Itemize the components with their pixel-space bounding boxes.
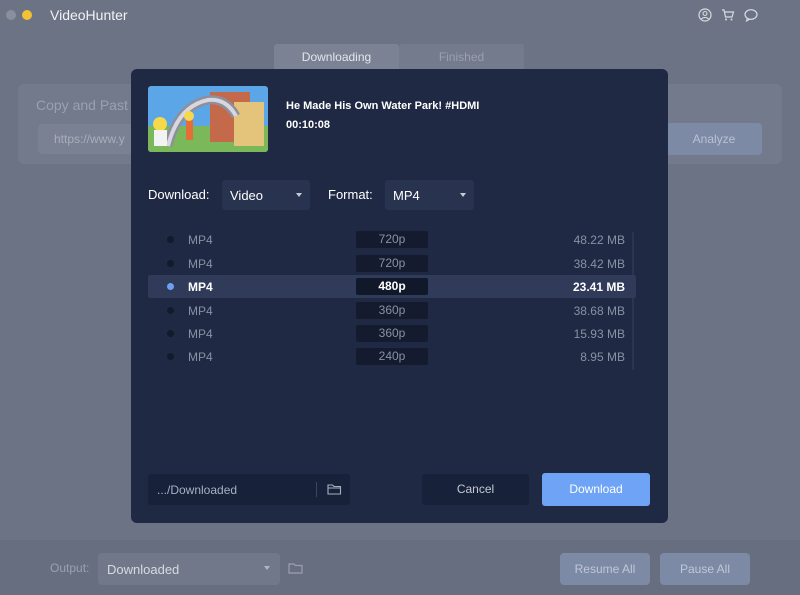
- option-resolution: 240p: [356, 348, 428, 365]
- format-select[interactable]: MP4: [385, 180, 474, 210]
- quality-option-row[interactable]: MP4 360p 38.68 MB: [148, 299, 636, 322]
- folder-icon[interactable]: [288, 561, 304, 575]
- url-input-text: https://www.y: [54, 132, 125, 146]
- download-type-select[interactable]: Video: [222, 180, 310, 210]
- option-format: MP4: [188, 257, 213, 271]
- tab-finished[interactable]: Finished: [399, 44, 524, 70]
- option-format: MP4: [188, 233, 213, 247]
- option-resolution: 480p: [356, 278, 428, 295]
- download-button[interactable]: Download: [542, 473, 650, 506]
- radio-dot[interactable]: [167, 236, 174, 243]
- tab-bar: Downloading Finished: [274, 44, 524, 70]
- video-thumbnail: [148, 86, 268, 152]
- folder-icon[interactable]: [327, 482, 342, 496]
- resume-all-button[interactable]: Resume All: [560, 553, 650, 585]
- quality-option-row[interactable]: MP4 720p 38.42 MB: [148, 252, 636, 275]
- cart-icon[interactable]: [721, 8, 735, 22]
- option-size: 38.42 MB: [573, 257, 625, 271]
- option-size: 48.22 MB: [573, 233, 625, 247]
- quality-option-row[interactable]: MP4 240p 8.95 MB: [148, 345, 636, 368]
- cancel-button[interactable]: Cancel: [422, 474, 529, 505]
- radio-dot[interactable]: [167, 353, 174, 360]
- title-bar: VideoHunter: [0, 0, 800, 30]
- quality-option-row-selected[interactable]: MP4 480p 23.41 MB: [148, 275, 636, 298]
- option-resolution: 720p: [356, 231, 428, 248]
- option-resolution: 360p: [356, 325, 428, 342]
- format-value: MP4: [393, 188, 420, 203]
- option-size: 8.95 MB: [580, 350, 625, 364]
- app-title: VideoHunter: [50, 7, 128, 23]
- option-format: MP4: [188, 327, 213, 341]
- pause-all-button[interactable]: Pause All: [660, 553, 750, 585]
- option-size: 38.68 MB: [573, 304, 625, 318]
- save-path-field[interactable]: .../Downloaded: [148, 474, 350, 505]
- option-size: 15.93 MB: [573, 327, 625, 341]
- download-type-value: Video: [230, 188, 264, 203]
- chevron-down-icon: [460, 193, 466, 197]
- radio-dot[interactable]: [167, 307, 174, 314]
- output-select-value: Downloaded: [107, 562, 180, 577]
- quality-option-row[interactable]: MP4 360p 15.93 MB: [148, 322, 636, 345]
- option-format: MP4: [188, 350, 213, 364]
- copy-paste-label: Copy and Past: [36, 97, 128, 113]
- option-size: 23.41 MB: [572, 280, 625, 294]
- option-resolution: 360p: [356, 302, 428, 319]
- close-window-button[interactable]: [6, 10, 16, 20]
- radio-dot[interactable]: [167, 330, 174, 337]
- quality-option-row[interactable]: MP4 720p 48.22 MB: [148, 228, 636, 251]
- chevron-down-icon: [264, 566, 270, 570]
- video-duration: 00:10:08: [286, 119, 331, 131]
- option-format: MP4: [188, 304, 213, 318]
- tab-downloading[interactable]: Downloading: [274, 44, 399, 70]
- radio-dot[interactable]: [167, 260, 174, 267]
- save-path-text: .../Downloaded: [157, 483, 238, 497]
- download-type-label: Download:: [148, 187, 210, 202]
- account-icon[interactable]: [698, 8, 712, 22]
- chevron-down-icon: [296, 193, 302, 197]
- format-label: Format:: [328, 187, 373, 202]
- output-label: Output:: [50, 561, 90, 575]
- video-title: He Made His Own Water Park! #HDMI: [286, 100, 480, 112]
- option-format: MP4: [188, 280, 213, 294]
- analyze-button[interactable]: Analyze: [666, 123, 762, 155]
- path-divider: [316, 482, 317, 497]
- radio-dot-selected[interactable]: [167, 283, 174, 290]
- minimize-window-button[interactable]: [22, 10, 32, 20]
- option-resolution: 720p: [356, 255, 428, 272]
- chat-icon[interactable]: [744, 8, 758, 23]
